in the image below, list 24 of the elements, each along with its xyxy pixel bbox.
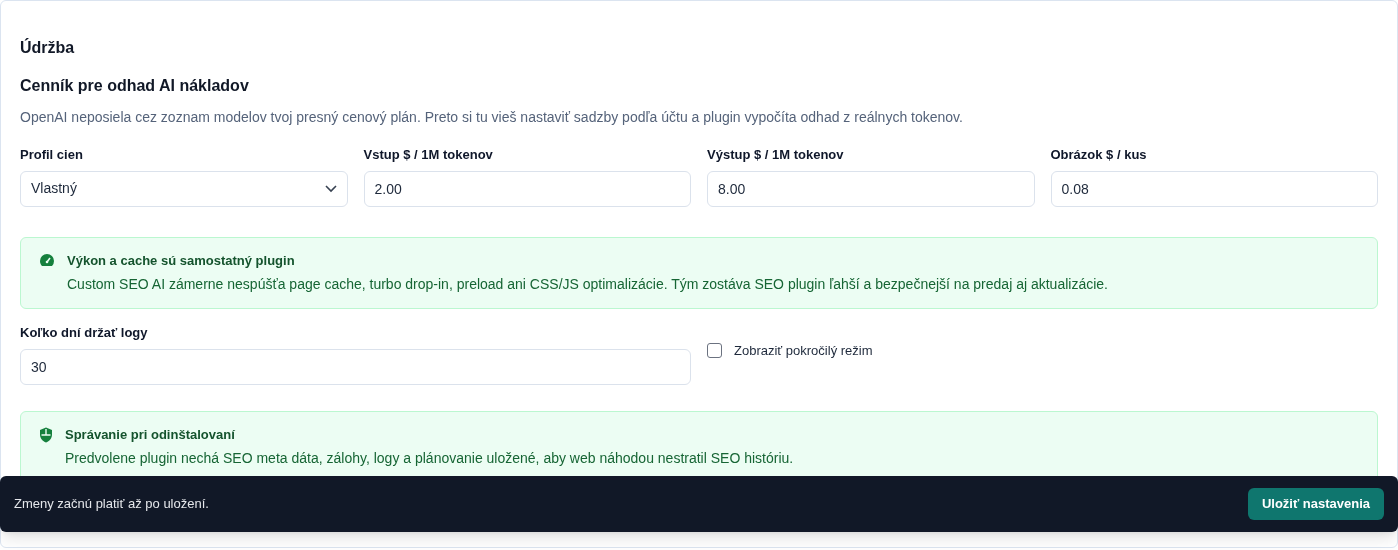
speedometer-icon	[39, 252, 55, 267]
input-field[interactable]: 2.00	[363, 170, 691, 207]
field-label: Koľko dní držať logy	[20, 324, 149, 342]
input-field[interactable]: 8.00	[707, 170, 1035, 207]
input-field[interactable]: 0.08	[1050, 170, 1378, 207]
checkbox[interactable]	[707, 343, 722, 359]
save-button[interactable]: Uložiť nastavenia	[1247, 488, 1384, 520]
save-bar-message: Zmeny začnú platiť až po uložení.	[14, 495, 209, 514]
field-label: Výstup $ / 1M tokenov	[707, 146, 845, 164]
shield-icon	[39, 426, 53, 443]
log-days-field[interactable]: 30	[20, 348, 691, 385]
field-label: Obrázok $ / kus	[1050, 146, 1148, 164]
field-label: Vstup $ / 1M tokenov	[363, 146, 494, 164]
section-title: Údržba	[20, 37, 76, 58]
pricing-title: Cenník pre odhad AI nákladov	[20, 76, 250, 96]
profile-select[interactable]: Vlastný	[20, 170, 348, 207]
notice-title: Výkon a cache sú samostatný plugin	[67, 251, 296, 270]
notice-title: Správanie pri odinštalovaní	[65, 425, 236, 444]
notice-text: Predvolene plugin nechá SEO meta dáta, zálohy, logy a plánovanie uložené, aby web náhodou nestratil SEO históriu.	[65, 449, 794, 468]
checkbox-label: Zobraziť pokročilý režim	[734, 342, 873, 360]
field-label: Profil cien	[20, 146, 84, 164]
pricing-description: OpenAI neposiela cez zoznam modelov tvoj presný cenový plán. Preto si tu vieš nastaviť sadzby podľa účtu a plugin vypočíta odhad z reálnych tokenov.	[20, 108, 964, 127]
chevron-down-icon	[324, 184, 337, 193]
notice-text: Custom SEO AI zámerne nespúšťa page cache, turbo drop-in, preload ani CSS/JS optimalizácie. Tým zostáva SEO plugin ľahší a bezpečnejší na predaj aj aktualizácie.	[67, 275, 1108, 294]
